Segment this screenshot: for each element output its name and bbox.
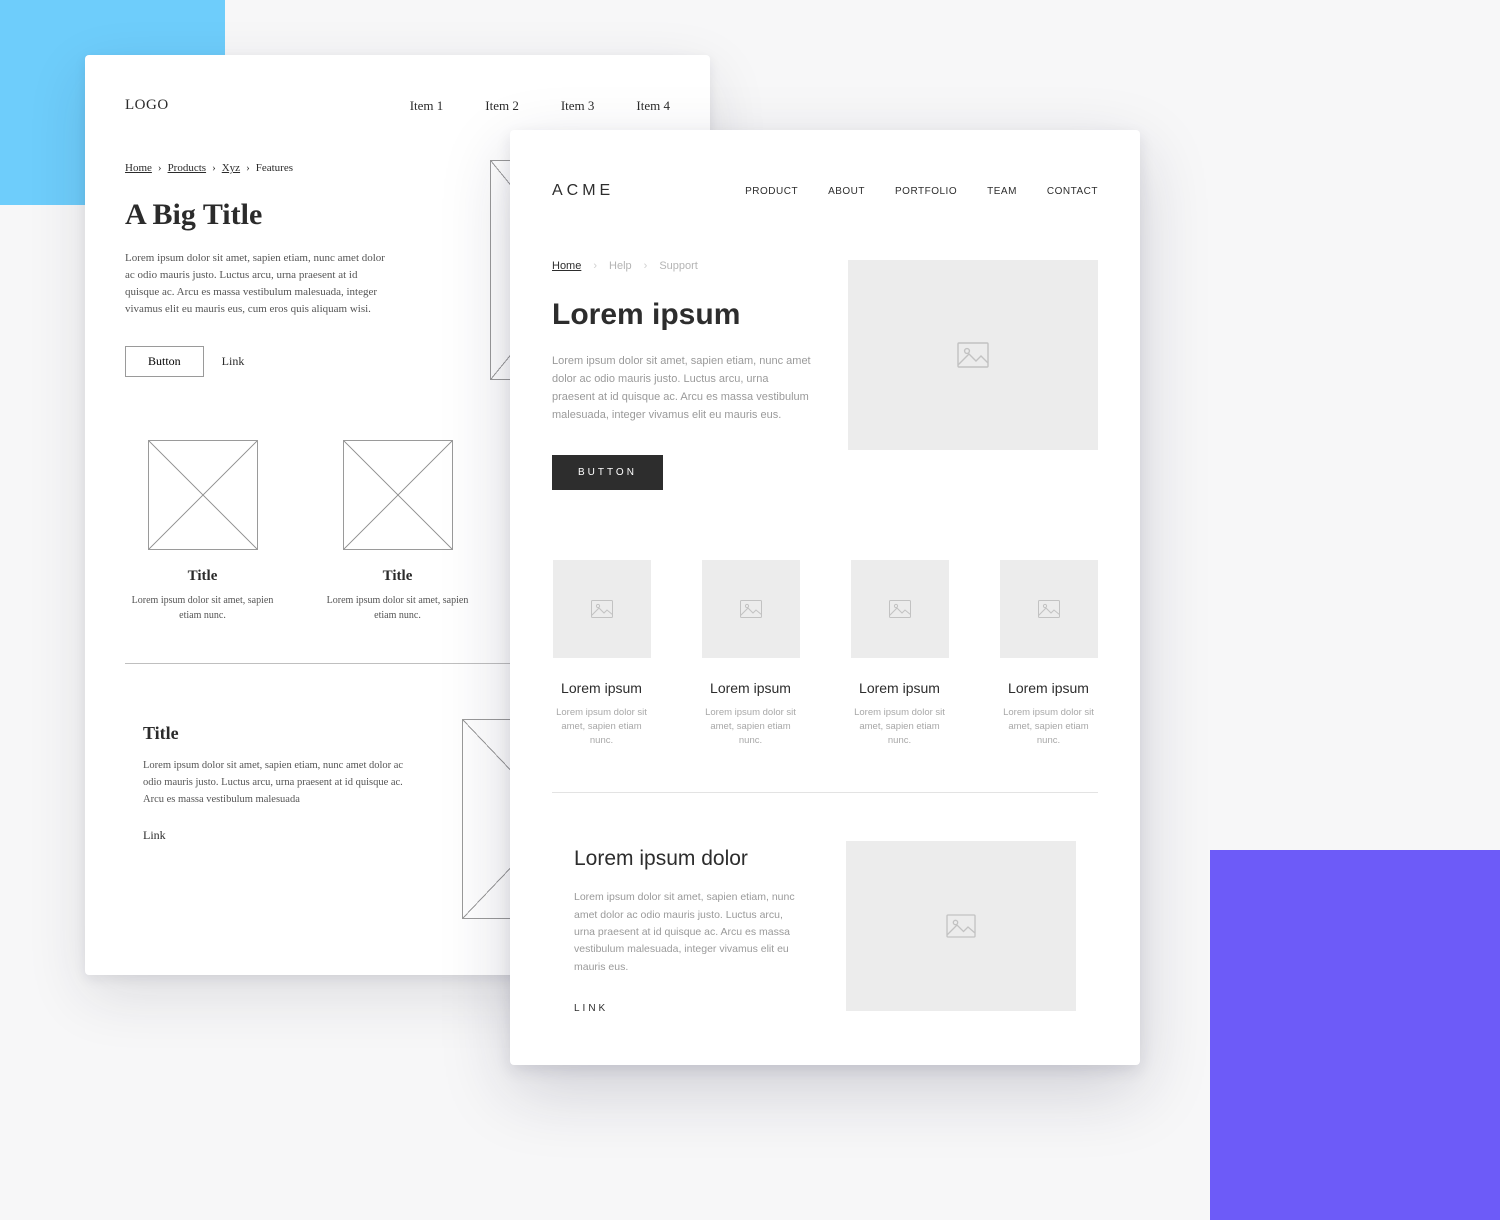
card-text: Lorem ipsum dolor sit amet, sapien etiam…	[850, 706, 949, 749]
clean-nav-contact[interactable]: CONTACT	[1047, 186, 1098, 197]
breadcrumb-home[interactable]: Home	[125, 162, 152, 174]
clean-hero-button[interactable]: BUTTON	[552, 455, 663, 490]
clean-breadcrumb: Home › Help › Support	[552, 260, 812, 272]
sketch-header: LOGO Item 1 Item 2 Item 3 Item 4	[125, 97, 670, 114]
card-title: Title	[125, 568, 280, 585]
chevron-right-icon: ›	[212, 162, 216, 174]
clean-nav-product[interactable]: PRODUCT	[745, 186, 798, 197]
clean-hero-title: Lorem ipsum	[552, 298, 812, 332]
clean-nav: PRODUCT ABOUT PORTFOLIO TEAM CONTACT	[745, 186, 1098, 197]
card-title: Lorem ipsum	[850, 680, 949, 696]
breadcrumb-support[interactable]: Support	[659, 260, 698, 272]
sketch-nav-item-3[interactable]: Item 3	[561, 98, 595, 114]
clean-card-image-placeholder	[702, 560, 800, 658]
sketch-card-image-placeholder	[148, 440, 258, 550]
image-placeholder-icon	[946, 914, 976, 938]
breadcrumb-help[interactable]: Help	[609, 260, 632, 272]
clean-nav-about[interactable]: ABOUT	[828, 186, 865, 197]
sketch-feature-body: Lorem ipsum dolor sit amet, sapien etiam…	[143, 758, 413, 808]
image-placeholder-icon	[1038, 600, 1060, 618]
clean-card-3: Lorem ipsum Lorem ipsum dolor sit amet, …	[850, 560, 949, 749]
clean-nav-portfolio[interactable]: PORTFOLIO	[895, 186, 957, 197]
card-text: Lorem ipsum dolor sit amet, sapien etiam…	[999, 706, 1098, 749]
wireframe-clean-window: ACME PRODUCT ABOUT PORTFOLIO TEAM CONTAC…	[510, 130, 1140, 1065]
image-placeholder-icon	[740, 600, 762, 618]
clean-feature-title: Lorem ipsum dolor	[574, 847, 806, 871]
clean-feature-link[interactable]: LINK	[574, 1003, 608, 1014]
sketch-hero-link[interactable]: Link	[222, 354, 245, 369]
clean-hero-image-placeholder	[848, 260, 1098, 450]
sketch-nav-item-1[interactable]: Item 1	[410, 98, 444, 114]
clean-card-image-placeholder	[1000, 560, 1098, 658]
card-title: Lorem ipsum	[701, 680, 800, 696]
card-text: Lorem ipsum dolor sit amet, sapien etiam…	[701, 706, 800, 749]
chevron-right-icon: ›	[246, 162, 250, 174]
clean-card-4: Lorem ipsum Lorem ipsum dolor sit amet, …	[999, 560, 1098, 749]
card-text: Lorem ipsum dolor sit amet, sapien etiam…	[552, 706, 651, 749]
sketch-card-1: Title Lorem ipsum dolor sit amet, sapien…	[125, 440, 280, 623]
breadcrumb-products[interactable]: Products	[168, 162, 207, 174]
clean-hero-body: Lorem ipsum dolor sit amet, sapien etiam…	[552, 352, 812, 425]
clean-logo[interactable]: ACME	[552, 182, 614, 200]
sketch-feature-link[interactable]: Link	[143, 828, 166, 842]
breadcrumb-xyz[interactable]: Xyz	[222, 162, 240, 174]
sketch-logo[interactable]: LOGO	[125, 97, 169, 114]
card-title: Lorem ipsum	[999, 680, 1098, 696]
chevron-right-icon: ›	[593, 260, 597, 272]
accent-square-purple	[1210, 850, 1500, 1220]
card-title: Lorem ipsum	[552, 680, 651, 696]
breadcrumb-current: Features	[256, 162, 293, 174]
clean-nav-team[interactable]: TEAM	[987, 186, 1017, 197]
image-placeholder-icon	[957, 342, 989, 368]
chevron-right-icon: ›	[158, 162, 162, 174]
sketch-breadcrumb: Home › Products › Xyz › Features	[125, 162, 462, 174]
clean-card-image-placeholder	[851, 560, 949, 658]
sketch-hero-button[interactable]: Button	[125, 346, 204, 377]
clean-card-1: Lorem ipsum Lorem ipsum dolor sit amet, …	[552, 560, 651, 749]
clean-card-row: Lorem ipsum Lorem ipsum dolor sit amet, …	[552, 560, 1098, 749]
clean-card-image-placeholder	[553, 560, 651, 658]
card-text: Lorem ipsum dolor sit amet, sapien etiam…	[125, 593, 280, 623]
sketch-nav-item-2[interactable]: Item 2	[485, 98, 519, 114]
card-text: Lorem ipsum dolor sit amet, sapien etiam…	[320, 593, 475, 623]
sketch-hero-body: Lorem ipsum dolor sit amet, sapien etiam…	[125, 250, 385, 318]
card-title: Title	[320, 568, 475, 585]
clean-feature-section: Lorem ipsum dolor Lorem ipsum dolor sit …	[552, 841, 1098, 1016]
clean-header: ACME PRODUCT ABOUT PORTFOLIO TEAM CONTAC…	[552, 182, 1098, 200]
sketch-nav-item-4[interactable]: Item 4	[636, 98, 670, 114]
sketch-feature-title: Title	[143, 723, 422, 744]
clean-feature-body: Lorem ipsum dolor sit amet, sapien etiam…	[574, 889, 806, 976]
clean-feature-image-placeholder	[846, 841, 1076, 1011]
sketch-card-image-placeholder	[343, 440, 453, 550]
clean-divider	[552, 792, 1098, 793]
image-placeholder-icon	[591, 600, 613, 618]
clean-hero-section: Home › Help › Support Lorem ipsum Lorem …	[552, 260, 1098, 490]
clean-card-2: Lorem ipsum Lorem ipsum dolor sit amet, …	[701, 560, 800, 749]
sketch-card-2: Title Lorem ipsum dolor sit amet, sapien…	[320, 440, 475, 623]
sketch-nav: Item 1 Item 2 Item 3 Item 4	[410, 98, 670, 114]
chevron-right-icon: ›	[644, 260, 648, 272]
image-placeholder-icon	[889, 600, 911, 618]
sketch-hero-title: A Big Title	[125, 198, 462, 232]
breadcrumb-home[interactable]: Home	[552, 260, 581, 272]
